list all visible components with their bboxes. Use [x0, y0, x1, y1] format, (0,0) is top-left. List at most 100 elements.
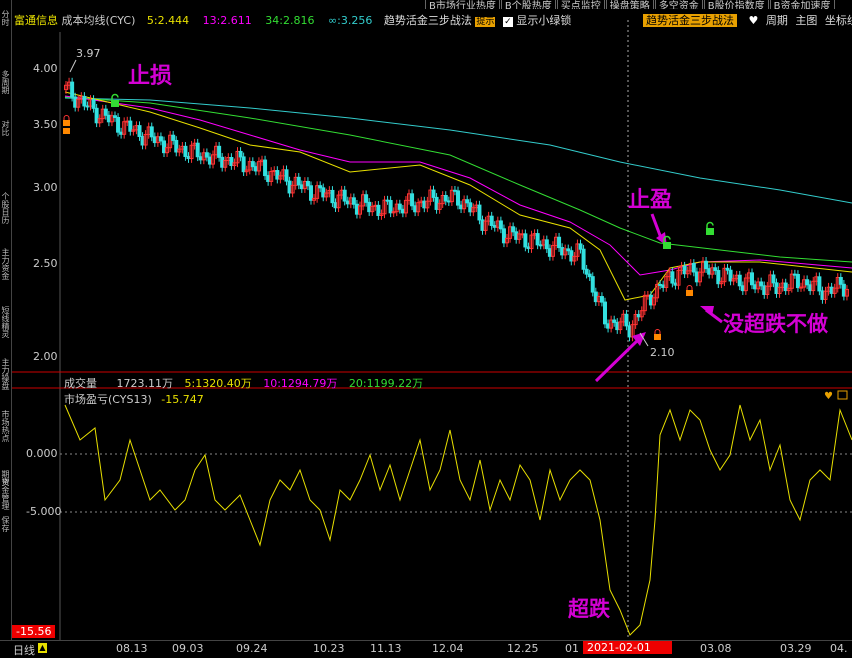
candle: [817, 276, 822, 292]
candle: [465, 199, 470, 204]
x-date-label: 03.29: [780, 642, 812, 655]
candle: [272, 170, 277, 173]
oscillator-line: [64, 404, 852, 636]
candle: [397, 203, 402, 210]
candle: [566, 248, 571, 252]
x-date-label: 11.13: [370, 642, 402, 655]
candle: [204, 152, 209, 158]
candle: [431, 189, 436, 198]
candle: [682, 265, 687, 275]
candle: [535, 233, 540, 246]
candle: [82, 95, 87, 107]
candle: [557, 236, 562, 249]
candle: [284, 169, 289, 182]
candle: [241, 156, 246, 173]
candle: [459, 204, 464, 210]
osc-min-label: -15.56: [12, 625, 56, 638]
candle: [446, 200, 451, 203]
candle: [171, 134, 176, 141]
candle: [759, 281, 764, 287]
x-date-label: 09.03: [172, 642, 204, 655]
x-date-label: 03.08: [700, 642, 732, 655]
candle: [615, 321, 620, 331]
candle: [119, 131, 124, 135]
candle: [691, 262, 696, 273]
candle: [725, 267, 730, 271]
candle: [106, 114, 111, 123]
candle: [569, 250, 574, 262]
candle: [137, 125, 142, 138]
candle: [376, 204, 381, 217]
candle: [673, 282, 678, 286]
candle: [603, 301, 607, 325]
x-date-label: 12.04: [432, 642, 464, 655]
candle: [94, 107, 99, 124]
panel-toggle-icon: [837, 390, 848, 400]
candle: [207, 156, 212, 165]
candle: [149, 126, 154, 138]
candle: [544, 239, 549, 250]
no-trade-annotation: 没超跌不做: [723, 311, 828, 336]
candle: [354, 203, 359, 215]
candle: [492, 224, 497, 228]
lock-orange-icon: [686, 285, 693, 296]
candle: [318, 185, 323, 189]
candle: [624, 313, 629, 327]
candle: [740, 285, 745, 292]
candle: [636, 313, 641, 318]
cursor-date: 2021-02-01: [583, 641, 672, 654]
candle: [342, 189, 347, 202]
candle: [750, 272, 754, 286]
candle: [489, 215, 494, 226]
candle: [238, 150, 243, 158]
heart-small-icon: ♥: [824, 391, 833, 402]
candle: [443, 194, 448, 202]
candle: [70, 81, 75, 98]
candle: [829, 286, 834, 294]
candle: [783, 282, 788, 292]
lock-orange-icon: [63, 128, 70, 134]
candle: [612, 319, 617, 323]
candle: [501, 228, 506, 244]
candle: [345, 200, 350, 205]
candle: [330, 189, 335, 204]
candle: [229, 157, 234, 167]
candle: [713, 267, 718, 272]
period-toggle-icon[interactable]: ▲: [38, 643, 47, 653]
candle: [140, 136, 145, 146]
candle: [728, 269, 733, 282]
status-bar: 日线 ▲ 08.13 09.03 09.24 10.23 11.13 12.04 12.25…: [0, 640, 852, 658]
candle: [125, 120, 130, 123]
candle: [452, 189, 457, 192]
candle: [186, 155, 191, 160]
candle: [113, 115, 117, 119]
candle: [627, 325, 632, 338]
oscillator-title[interactable]: 市场盈亏(CYS13): [64, 393, 152, 406]
candle: [523, 233, 528, 248]
x-date-label: 08.13: [116, 642, 148, 655]
candle: [704, 260, 709, 270]
candle: [762, 285, 767, 295]
candle: [103, 108, 108, 116]
x-date-label: 01: [565, 642, 579, 655]
candle: [305, 180, 310, 187]
candle: [217, 145, 222, 158]
candle: [220, 156, 225, 168]
candle: [400, 208, 405, 214]
period-label[interactable]: 日线: [13, 642, 35, 658]
volume-ma10: 10:1294.79万: [263, 377, 338, 390]
x-date-label: 12.25: [507, 642, 539, 655]
candlestick-series: [64, 77, 849, 342]
candle: [456, 190, 460, 206]
candle: [162, 140, 166, 154]
x-date-label: 09.24: [236, 642, 268, 655]
candle: [587, 273, 592, 278]
candle: [593, 291, 598, 303]
candle: [526, 246, 531, 250]
candle: [174, 139, 179, 153]
candle: [838, 276, 843, 285]
candle: [753, 284, 758, 290]
candle: [333, 202, 338, 209]
candle: [309, 185, 313, 201]
candle: [275, 170, 280, 180]
